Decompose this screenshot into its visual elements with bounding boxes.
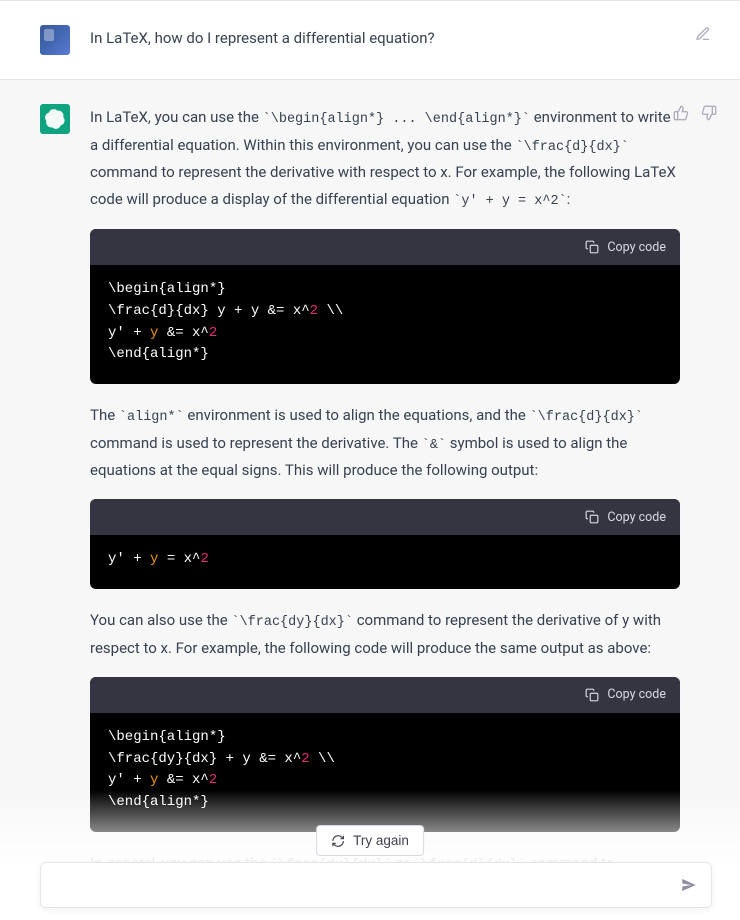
assistant-p3: You can also use the `\frac{dy}{dx}` com…: [90, 607, 680, 661]
inline-code: `y' + y = x^2`: [453, 194, 566, 209]
code-body: y' + y = x^2: [90, 535, 680, 589]
code-header: Copy code: [90, 499, 680, 535]
thumbs-down-icon[interactable]: [700, 104, 718, 122]
user-text: In LaTeX, how do I represent a different…: [90, 29, 435, 47]
copy-label: Copy code: [607, 240, 666, 255]
code-header: Copy code: [90, 677, 680, 713]
copy-code-button[interactable]: Copy code: [585, 687, 666, 702]
assistant-p2: The `align*` environment is used to alig…: [90, 402, 680, 484]
code-block-3: Copy code \begin{align*} \frac{dy}{dx} +…: [90, 677, 680, 832]
user-message-text: In LaTeX, how do I represent a different…: [90, 25, 680, 55]
inline-code: `\begin{align*} ... \end{align*}`: [263, 112, 530, 127]
code-body: \begin{align*} \frac{d}{dx} y + y &= x^2…: [90, 265, 680, 384]
message-input[interactable]: [53, 877, 679, 894]
copy-code-button[interactable]: Copy code: [585, 510, 666, 525]
copy-code-button[interactable]: Copy code: [585, 240, 666, 255]
code-block-2: Copy code y' + y = x^2: [90, 499, 680, 589]
assistant-message: In LaTeX, you can use the `\begin{align*…: [0, 80, 740, 920]
inline-code: `&`: [422, 438, 446, 453]
inline-code: `\frac{d}{dx}`: [515, 140, 628, 155]
copy-label: Copy code: [607, 687, 666, 702]
inline-code: `align*`: [119, 410, 184, 425]
assistant-p1: In LaTeX, you can use the `\begin{align*…: [90, 104, 680, 213]
try-again-button[interactable]: Try again: [316, 825, 424, 856]
copy-label: Copy code: [607, 510, 666, 525]
user-message-actions: [694, 25, 712, 43]
assistant-avatar: [40, 104, 70, 134]
try-again-label: Try again: [353, 833, 409, 848]
message-input-container: [40, 862, 712, 908]
inline-code: `\frac{dy}{dx}`: [231, 615, 353, 630]
code-block-1: Copy code \begin{align*} \frac{d}{dx} y …: [90, 229, 680, 384]
code-body: \begin{align*} \frac{dy}{dx} + y &= x^2 …: [90, 713, 680, 832]
user-avatar: [40, 25, 70, 55]
edit-icon[interactable]: [694, 25, 712, 43]
user-message: In LaTeX, how do I represent a different…: [0, 1, 740, 80]
thumbs-up-icon[interactable]: [672, 104, 690, 122]
assistant-feedback-actions: [672, 104, 718, 122]
assistant-content: In LaTeX, you can use the `\begin{align*…: [90, 104, 680, 920]
inline-code: `\frac{d}{dx}`: [530, 410, 643, 425]
send-icon[interactable]: [679, 875, 699, 895]
code-header: Copy code: [90, 229, 680, 265]
chat-page: In LaTeX, how do I represent a different…: [0, 0, 740, 920]
